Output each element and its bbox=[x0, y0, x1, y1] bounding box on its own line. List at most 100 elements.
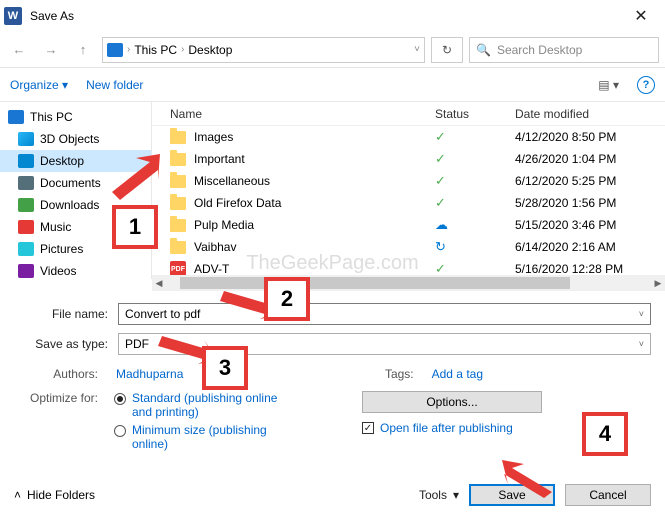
status-icon: ✓ bbox=[435, 173, 515, 189]
folder-icon bbox=[18, 154, 34, 168]
view-options[interactable]: ▤ ▾ bbox=[598, 78, 619, 92]
folder-icon bbox=[170, 131, 186, 144]
scroll-thumb[interactable] bbox=[180, 277, 570, 289]
sidebar-item-downloads[interactable]: Downloads bbox=[0, 194, 151, 216]
chevron-up-icon: ˄ bbox=[14, 488, 21, 502]
forward-button: → bbox=[38, 37, 64, 63]
file-row[interactable]: Images✓4/12/2020 8:50 PM bbox=[152, 126, 665, 148]
file-row[interactable]: Vaibhav↻6/14/2020 2:16 AM bbox=[152, 236, 665, 258]
chevron-down-icon[interactable]: ˅ bbox=[639, 309, 644, 319]
save-button[interactable]: Save bbox=[469, 484, 555, 506]
status-icon: ↻ bbox=[435, 239, 515, 255]
open-after-label: Open file after publishing bbox=[380, 421, 513, 435]
status-icon: ✓ bbox=[435, 195, 515, 211]
file-name: Old Firefox Data bbox=[194, 196, 435, 210]
optimize-area: Optimize for: Standard (publishing onlin… bbox=[0, 387, 665, 455]
open-after-checkbox[interactable]: ✓ Open file after publishing bbox=[362, 421, 542, 435]
search-icon: 🔍 bbox=[476, 43, 491, 57]
window-title: Save As bbox=[30, 9, 621, 23]
body: This PC 3D Objects DesktopDocumentsDownloa… bbox=[0, 102, 665, 279]
sidebar-item-label: Pictures bbox=[40, 242, 83, 256]
authors-value[interactable]: Madhuparna bbox=[116, 367, 183, 381]
file-name-label: File name: bbox=[14, 307, 118, 321]
crumb-root[interactable]: This PC bbox=[134, 43, 177, 57]
sidebar-item-videos[interactable]: Videos bbox=[0, 260, 151, 279]
optimize-min-radio[interactable]: Minimum size (publishing online) bbox=[114, 423, 282, 451]
refresh-button[interactable]: ↻ bbox=[431, 37, 463, 63]
save-type-select[interactable]: PDF ˅ bbox=[118, 333, 651, 355]
search-placeholder: Search Desktop bbox=[497, 43, 582, 57]
optimize-standard-radio[interactable]: Standard (publishing online and printing… bbox=[114, 391, 282, 419]
titlebar: W Save As ✕ bbox=[0, 0, 665, 32]
hide-folders-button[interactable]: ˄ Hide Folders bbox=[14, 488, 95, 502]
optimize-standard-label: Standard (publishing online and printing… bbox=[132, 391, 282, 419]
file-name-input[interactable]: Convert to pdf ˅ bbox=[118, 303, 651, 325]
sidebar-item-desktop[interactable]: Desktop bbox=[0, 150, 151, 172]
organize-menu[interactable]: Organize ▾ bbox=[10, 78, 68, 92]
cancel-button[interactable]: Cancel bbox=[565, 484, 651, 506]
sidebar-item-label: 3D Objects bbox=[40, 132, 99, 146]
sidebar-item-pictures[interactable]: Pictures bbox=[0, 238, 151, 260]
chevron-right-icon: › bbox=[127, 44, 130, 55]
hide-folders-label: Hide Folders bbox=[27, 488, 95, 502]
up-button[interactable]: ↑ bbox=[70, 37, 96, 63]
search-input[interactable]: 🔍 Search Desktop bbox=[469, 37, 659, 63]
radio-icon bbox=[114, 393, 126, 405]
tags-value[interactable]: Add a tag bbox=[432, 367, 483, 381]
new-folder-button[interactable]: New folder bbox=[86, 78, 143, 92]
file-name: Important bbox=[194, 152, 435, 166]
file-row[interactable]: Old Firefox Data✓5/28/2020 1:56 PM bbox=[152, 192, 665, 214]
close-icon[interactable]: ✕ bbox=[621, 6, 661, 26]
options-button[interactable]: Options... bbox=[362, 391, 542, 413]
column-headers[interactable]: Name Status Date modified bbox=[152, 102, 665, 126]
file-date: 4/12/2020 8:50 PM bbox=[515, 130, 665, 144]
sidebar: This PC 3D Objects DesktopDocumentsDownloa… bbox=[0, 102, 152, 279]
file-date: 5/15/2020 3:46 PM bbox=[515, 218, 665, 232]
file-row[interactable]: Miscellaneous✓6/12/2020 5:25 PM bbox=[152, 170, 665, 192]
status-icon: ✓ bbox=[435, 151, 515, 167]
file-date: 5/28/2020 1:56 PM bbox=[515, 196, 665, 210]
col-name[interactable]: Name bbox=[170, 107, 435, 121]
tags-label: Tags: bbox=[385, 367, 424, 381]
breadcrumb[interactable]: › This PC › Desktop ˅ bbox=[102, 37, 425, 63]
crumb-folder[interactable]: Desktop bbox=[188, 43, 232, 57]
file-name: Miscellaneous bbox=[194, 174, 435, 188]
sidebar-item-3d-objects[interactable]: 3D Objects bbox=[0, 128, 151, 150]
sidebar-item-music[interactable]: Music bbox=[0, 216, 151, 238]
file-row[interactable]: Pulp Media☁5/15/2020 3:46 PM bbox=[152, 214, 665, 236]
scroll-left-icon[interactable]: ◀ bbox=[152, 278, 166, 289]
folder-icon bbox=[18, 242, 34, 256]
radio-icon bbox=[114, 425, 126, 437]
scroll-right-icon[interactable]: ▶ bbox=[651, 278, 665, 289]
chevron-down-icon[interactable]: ˅ bbox=[414, 44, 420, 55]
file-name: Vaibhav bbox=[194, 240, 435, 254]
file-name: Images bbox=[194, 130, 435, 144]
file-date: 4/26/2020 1:04 PM bbox=[515, 152, 665, 166]
sidebar-item-label: Videos bbox=[40, 264, 76, 278]
save-fields: File name: Convert to pdf ˅ Save as type… bbox=[0, 295, 665, 367]
status-icon: ☁ bbox=[435, 217, 515, 233]
word-icon: W bbox=[4, 7, 22, 25]
folder-icon bbox=[170, 197, 186, 210]
col-status[interactable]: Status bbox=[435, 107, 515, 121]
authors-label: Authors: bbox=[14, 367, 108, 381]
sidebar-item-documents[interactable]: Documents bbox=[0, 172, 151, 194]
chevron-down-icon: ▾ bbox=[453, 488, 459, 502]
chevron-down-icon[interactable]: ˅ bbox=[639, 339, 644, 349]
back-button[interactable]: ← bbox=[6, 37, 32, 63]
optimize-label: Optimize for: bbox=[14, 391, 108, 455]
folder-icon bbox=[170, 219, 186, 232]
status-icon: ✓ bbox=[435, 129, 515, 145]
save-type-value: PDF bbox=[125, 337, 149, 351]
sidebar-item-this-pc[interactable]: This PC bbox=[0, 106, 151, 128]
file-name-value: Convert to pdf bbox=[125, 307, 200, 321]
checkbox-icon: ✓ bbox=[362, 422, 374, 434]
file-row[interactable]: Important✓4/26/2020 1:04 PM bbox=[152, 148, 665, 170]
tools-menu[interactable]: Tools ▾ bbox=[419, 488, 459, 502]
help-icon[interactable]: ? bbox=[637, 76, 655, 94]
col-date[interactable]: Date modified bbox=[515, 107, 665, 121]
folder-icon bbox=[170, 153, 186, 166]
sidebar-item-label: This PC bbox=[30, 110, 73, 124]
folder-icon bbox=[170, 175, 186, 188]
horizontal-scrollbar[interactable]: ◀ ▶ bbox=[152, 275, 665, 291]
